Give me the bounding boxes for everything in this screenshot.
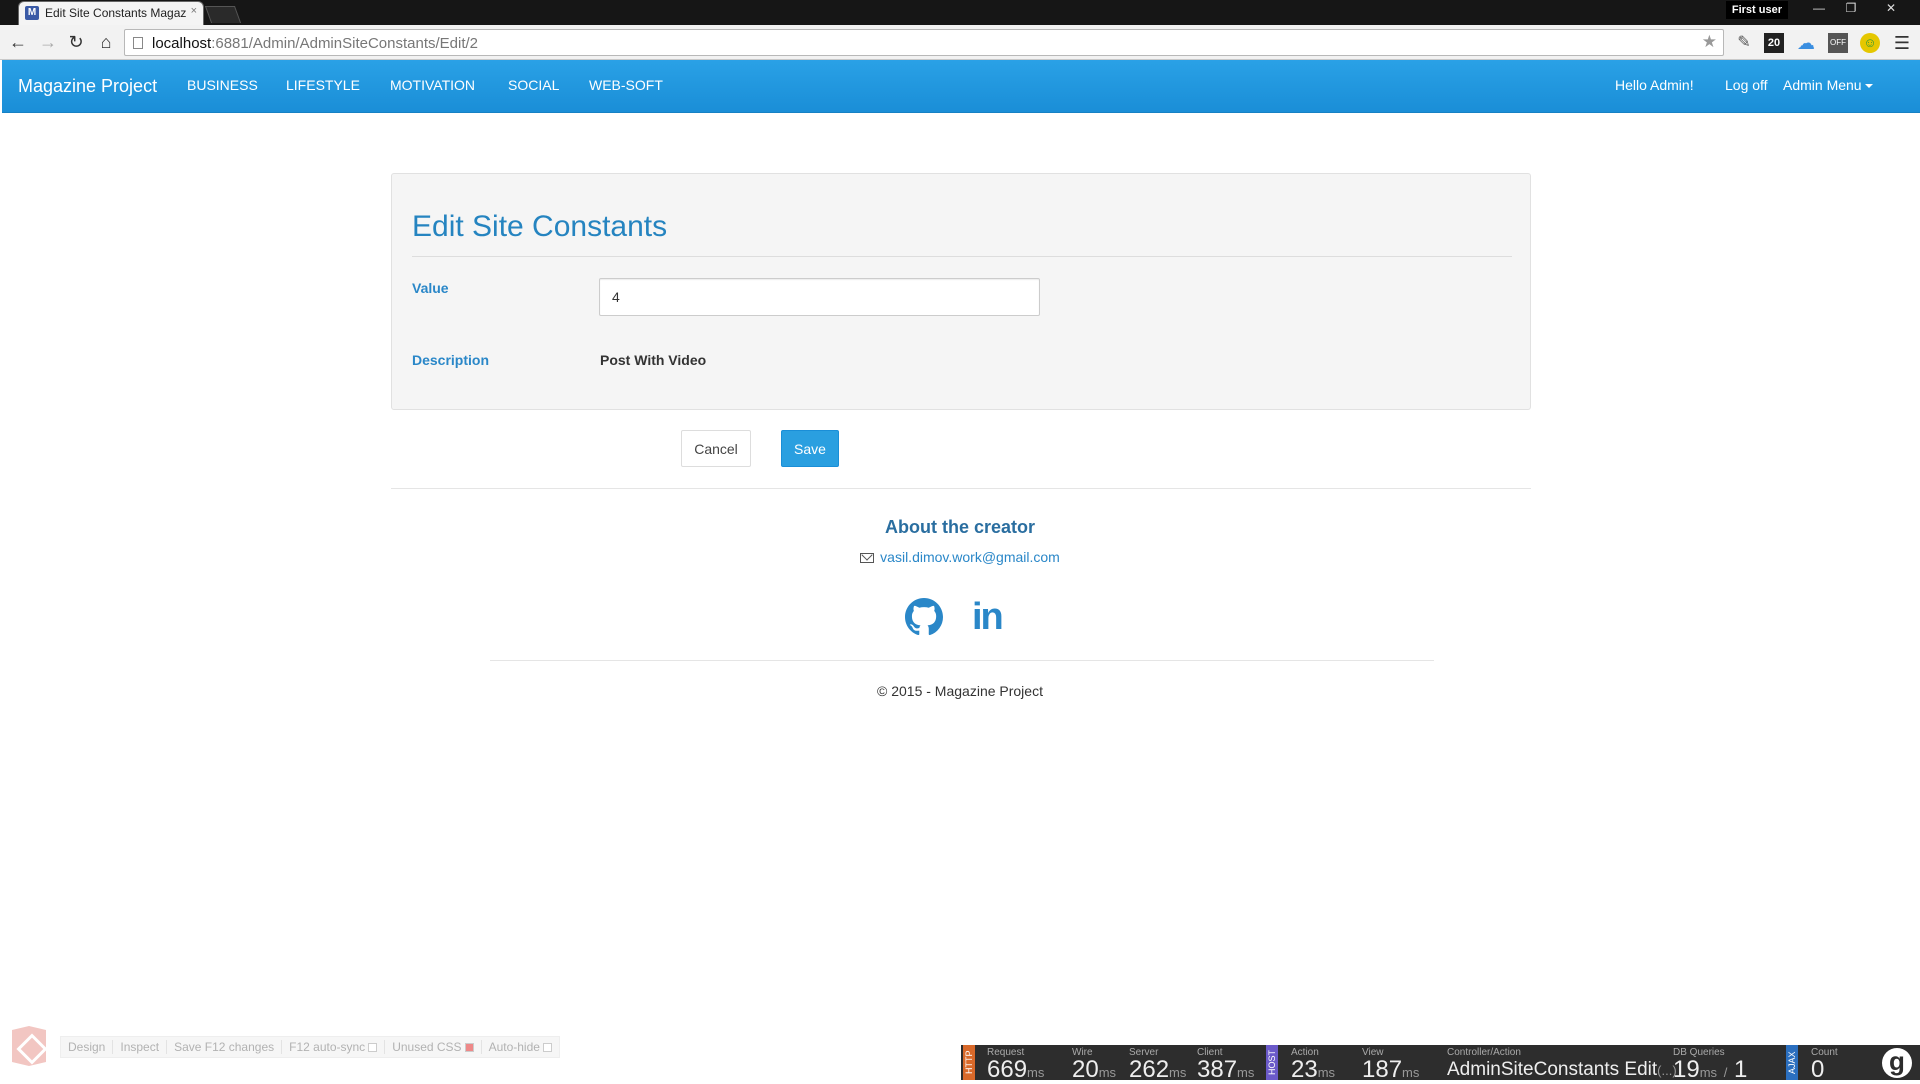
home-icon[interactable]: ⌂ (94, 30, 118, 54)
tab-close-icon[interactable]: × (191, 5, 197, 17)
off-extension-icon[interactable]: OFF (1828, 33, 1848, 53)
db-unit: ms (1699, 1065, 1718, 1080)
checkbox-checked-icon[interactable] (464, 1042, 474, 1052)
bl-auto-hide[interactable]: Auto-hide (482, 1040, 559, 1054)
new-tab-button[interactable] (204, 6, 242, 23)
address-bar[interactable]: localhost:6881/Admin/AdminSiteConstants/… (124, 29, 1724, 56)
description-label: Description (412, 352, 490, 368)
admin-menu-label: Admin Menu (1783, 77, 1862, 93)
pen-extension-icon[interactable]: ✎ (1734, 33, 1754, 53)
glimpse-http-tag: HTTP (963, 1045, 975, 1080)
checkbox-icon[interactable] (368, 1042, 378, 1052)
view-value: 187 (1362, 1056, 1403, 1083)
copyright-divider (490, 660, 1434, 661)
page-title: Edit Site Constants (412, 210, 668, 243)
copyright-text: © 2015 - Magazine Project (877, 683, 1043, 699)
db-separator: / (1723, 1065, 1728, 1080)
nav-item-lifestyle[interactable]: LIFESTYLE (286, 77, 360, 93)
glimpse-logo-icon[interactable]: g (1882, 1048, 1912, 1078)
client-value: 387 (1197, 1056, 1238, 1083)
controller-value: AdminSiteConstants Edit (1447, 1059, 1658, 1080)
cancel-button[interactable]: Cancel (681, 430, 751, 467)
hello-user-link[interactable]: Hello Admin! (1615, 77, 1694, 93)
db-time: 19 (1673, 1056, 1700, 1083)
reload-icon[interactable]: ↻ (64, 30, 88, 54)
smiley-extension-icon[interactable]: ☺ (1860, 33, 1880, 53)
bl-auto-hide-label: Auto-hide (488, 1040, 540, 1054)
bookmark-star-icon[interactable]: ★ (1702, 32, 1717, 52)
footer-divider (391, 488, 1531, 489)
view-unit: ms (1402, 1065, 1420, 1080)
edit-panel: Edit Site Constants Value Description Po… (391, 173, 1531, 410)
nav-item-business[interactable]: BUSINESS (187, 77, 258, 93)
brand-link[interactable]: Magazine Project (18, 76, 157, 97)
value-input[interactable] (599, 278, 1040, 316)
profile-user-label[interactable]: First user (1725, 1, 1788, 19)
bl-unused-css-label: Unused CSS (392, 1040, 462, 1054)
url-text: localhost:6881/Admin/AdminSiteConstants/… (152, 35, 478, 52)
bl-f12-autosync[interactable]: F12 auto-sync (282, 1040, 386, 1054)
tab-favicon-icon: M (25, 6, 39, 20)
tab-title: Edit Site Constants Magaz (45, 6, 187, 20)
window-close-icon[interactable]: ✕ (1878, 0, 1904, 16)
badge-extension-icon[interactable]: 20 (1764, 33, 1784, 53)
browser-link-toolbar: Design Inspect Save F12 changes F12 auto… (12, 1026, 612, 1068)
github-icon[interactable] (905, 598, 943, 636)
description-value: Post With Video (600, 352, 707, 368)
browser-link-bar: Design Inspect Save F12 changes F12 auto… (60, 1036, 560, 1058)
client-unit: ms (1237, 1065, 1255, 1080)
minimize-icon[interactable]: — (1806, 0, 1832, 16)
back-arrow-icon[interactable]: ← (6, 30, 30, 54)
server-unit: ms (1169, 1065, 1187, 1080)
bl-design[interactable]: Design (61, 1040, 114, 1054)
bl-unused-css[interactable]: Unused CSS (385, 1040, 482, 1054)
controller-label: Controller/Action (1447, 1047, 1521, 1058)
value-label: Value (412, 280, 449, 296)
url-host: localhost (152, 35, 212, 52)
action-value: 23 (1291, 1056, 1318, 1083)
chrome-menu-icon[interactable]: ☰ (1892, 33, 1912, 53)
forward-arrow-icon[interactable]: → (36, 30, 60, 54)
visual-studio-icon[interactable] (12, 1026, 46, 1066)
browser-title-bar: M Edit Site Constants Magaz × First user… (0, 0, 1920, 25)
restore-icon[interactable]: ❐ (1838, 0, 1864, 16)
caret-down-icon (1864, 84, 1873, 89)
cloud-extension-icon[interactable]: ☁ (1796, 33, 1816, 53)
email-row: vasil.dimov.work@gmail.com (0, 549, 1920, 565)
admin-menu-dropdown[interactable]: Admin Menu (1783, 77, 1873, 93)
save-button[interactable]: Save (781, 430, 839, 467)
browser-tab[interactable]: M Edit Site Constants Magaz × (18, 1, 204, 25)
email-link[interactable]: vasil.dimov.work@gmail.com (880, 549, 1060, 565)
browser-toolbar: ← → ↻ ⌂ localhost:6881/Admin/AdminSiteCo… (0, 25, 1920, 60)
about-title: About the creator (884, 517, 1035, 537)
nav-item-web-soft[interactable]: WEB-SOFT (589, 77, 663, 93)
checkbox-icon[interactable] (542, 1042, 552, 1052)
glimpse-hud[interactable]: HTTP Request 669ms Wire 20ms Server 262m… (961, 1045, 1920, 1083)
db-count: 1 (1734, 1056, 1748, 1083)
nav-item-motivation[interactable]: MOTIVATION (390, 77, 475, 93)
action-unit: ms (1317, 1065, 1336, 1080)
site-navbar: Magazine Project BUSINESS LIFESTYLE MOTI… (2, 60, 1920, 113)
request-unit: ms (1027, 1065, 1045, 1080)
glimpse-ajax-tag: AJAX (1786, 1045, 1798, 1080)
bl-save-f12[interactable]: Save F12 changes (167, 1040, 283, 1054)
server-value: 262 (1129, 1056, 1170, 1083)
request-value: 669 (987, 1056, 1028, 1083)
wire-unit: ms (1098, 1065, 1117, 1080)
bl-inspect[interactable]: Inspect (113, 1040, 168, 1054)
title-divider (412, 256, 1512, 257)
page-icon (133, 37, 143, 49)
wire-value: 20 (1072, 1056, 1099, 1083)
bl-f12-autosync-label: F12 auto-sync (289, 1040, 366, 1054)
linkedin-icon[interactable]: in (972, 598, 1012, 636)
envelope-icon (860, 553, 875, 564)
nav-item-social[interactable]: SOCIAL (508, 77, 559, 93)
url-path: :6881/Admin/AdminSiteConstants/Edit/2 (211, 35, 479, 52)
glimpse-host-tag: HOST (1266, 1045, 1278, 1080)
log-off-link[interactable]: Log off (1725, 77, 1768, 93)
